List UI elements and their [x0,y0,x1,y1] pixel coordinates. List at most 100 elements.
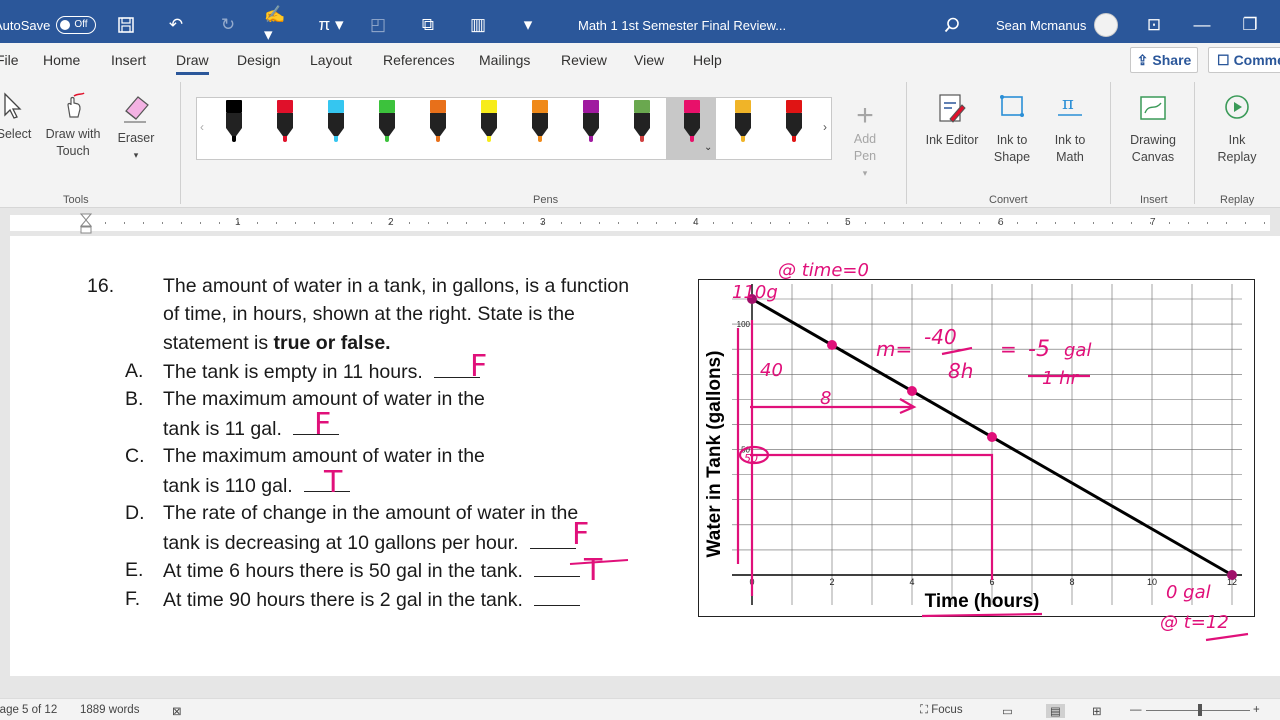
ruler-tick [371,222,372,224]
ink-replay-button[interactable]: Ink Replay [1210,91,1264,166]
ruler-tick [789,222,790,224]
equation-icon[interactable]: π ▾ [314,15,348,35]
word-count[interactable]: 1889 words [80,704,139,716]
ink-to-math-label: Ink to Math [1054,133,1086,164]
pen-item[interactable] [581,98,601,160]
undo-icon[interactable]: ↶ [166,15,186,35]
zoom-slider-thumb[interactable] [1198,704,1202,716]
pen-item[interactable] [682,98,702,160]
ruler: 1 2 3 4 5 6 7 [0,208,1280,236]
zoom-in-icon[interactable]: + [1253,704,1260,716]
ink-replay-small-icon[interactable]: ▥ [468,15,488,35]
ruler-tick [1074,222,1075,224]
ink-replay-label: Ink Replay [1217,133,1257,164]
pen-item[interactable] [224,98,244,160]
ribbon-display-icon[interactable]: ⊡ [1144,15,1164,35]
ruler-tick [675,222,676,224]
ruler-tick [1093,222,1094,224]
document-page[interactable]: 16. The amount of water in a tank, in ga… [10,236,1280,676]
ruler-tick [257,222,258,224]
ruler-tick [219,222,220,224]
tab-home[interactable]: Home [43,52,80,68]
comments-button[interactable]: ☐ Comments [1208,47,1280,73]
pen-item[interactable] [377,98,397,160]
ruler-tick [276,222,277,224]
ink-time-zero: @ time=0 [778,260,869,281]
touch-hand-icon [67,92,85,118]
eraser-button[interactable]: Eraser ▾ [114,91,158,164]
convert-group-label: Convert [989,194,1028,206]
tab-mailings[interactable]: Mailings [479,52,530,68]
add-pen-button[interactable]: + Add Pen ▾ [842,101,888,182]
indent-marker-icon[interactable] [80,213,92,235]
pen-item[interactable] [530,98,550,160]
ruler-tick [504,222,505,224]
minimize-icon[interactable]: — [1192,15,1212,35]
ink-at-t12: @ t=12 [1160,612,1229,633]
tab-references[interactable]: References [383,52,455,68]
focus-mode[interactable]: ⛶ Focus [920,704,963,717]
ink-to-math-icon: π [1058,93,1082,116]
pen-item[interactable] [275,98,295,160]
word-window: AutoSave Off ↶ ↻ ✍ ▾ π ▾ ◰ ⧉ ▥ ▾ Math 1 … [0,0,1280,720]
copy-format-icon[interactable]: ⧉ [418,15,438,35]
tab-review[interactable]: Review [561,52,607,68]
search-icon[interactable] [942,15,962,35]
eraser-dropdown-icon[interactable]: ▾ [114,147,158,164]
avatar[interactable] [1094,13,1118,37]
tab-help[interactable]: Help [693,52,722,68]
ink-zero-gal: 0 gal [1166,582,1211,603]
ruler-ticks [86,222,1265,224]
tab-draw[interactable]: Draw [176,52,209,75]
pen-options-dropdown-icon[interactable]: ⌄ [704,142,712,153]
ink-editor-button[interactable]: Ink Editor [924,91,980,149]
autosave-toggle[interactable]: Off [56,16,97,34]
tab-design[interactable]: Design [237,52,281,68]
svg-text:π: π [1062,93,1074,114]
ruler-number: 3 [540,217,546,228]
ruler-tick [124,222,125,224]
menu-bar: File Home Insert Draw Design Layout Refe… [0,43,1280,77]
tab-file[interactable]: File [0,52,19,68]
save-icon[interactable] [116,15,136,35]
tab-layout[interactable]: Layout [310,52,352,68]
shape-icon[interactable]: ◰ [368,15,388,35]
pen-item[interactable] [784,98,804,160]
pen-item[interactable] [733,98,753,160]
zoom-out-icon[interactable]: — [1130,704,1142,716]
ruler-tick [485,222,486,224]
ruler-tick [1245,222,1246,224]
select-button[interactable]: Select [0,91,34,143]
ink-to-math-button[interactable]: π Ink to Math [1046,91,1094,166]
chart-tick-labels: 0 2 4 6 8 10 1250100 [737,320,1237,587]
ink-tool-icon[interactable]: ✍ ▾ [264,5,298,44]
pen-item[interactable] [326,98,346,160]
read-mode-icon[interactable]: ▭ [1002,704,1013,718]
share-icon: ⇪ [1136,51,1149,68]
pen-item[interactable] [632,98,652,160]
ruler-number: 2 [388,217,394,228]
drawing-canvas-button[interactable]: Drawing Canvas [1124,91,1182,166]
pen-item[interactable] [428,98,448,160]
tab-insert[interactable]: Insert [111,52,146,68]
autosave-label: AutoSave [0,17,51,33]
web-layout-icon[interactable]: ⊞ [1092,704,1102,718]
line-chart: 0 2 4 6 8 10 1250100 Time (hours) Water in Tan… [704,260,1249,642]
restore-icon[interactable]: ❐ [1240,15,1260,35]
customize-toolbar-icon[interactable]: ▾ [518,15,538,35]
draw-with-touch-button[interactable]: Draw with Touch [42,91,104,160]
ruler-tick [960,222,961,224]
page-count[interactable]: Page 5 of 12 [0,704,57,716]
pens-scroll-right-icon[interactable]: › [823,120,827,134]
ink-to-shape-button[interactable]: Ink to Shape [988,91,1036,166]
print-layout-icon[interactable]: ▤ [1046,704,1065,718]
select-label: Select [0,127,32,141]
pen-item[interactable] [479,98,499,160]
ruler-number: 5 [845,217,851,228]
pens-scroll-left-icon[interactable]: ‹ [200,120,204,134]
add-pen-dropdown-icon: ▾ [862,168,868,178]
redo-icon[interactable]: ↻ [218,15,238,35]
share-button[interactable]: ⇪ Share [1130,47,1198,73]
proofing-icon[interactable]: ⊠ [172,704,182,718]
tab-view[interactable]: View [634,52,664,68]
